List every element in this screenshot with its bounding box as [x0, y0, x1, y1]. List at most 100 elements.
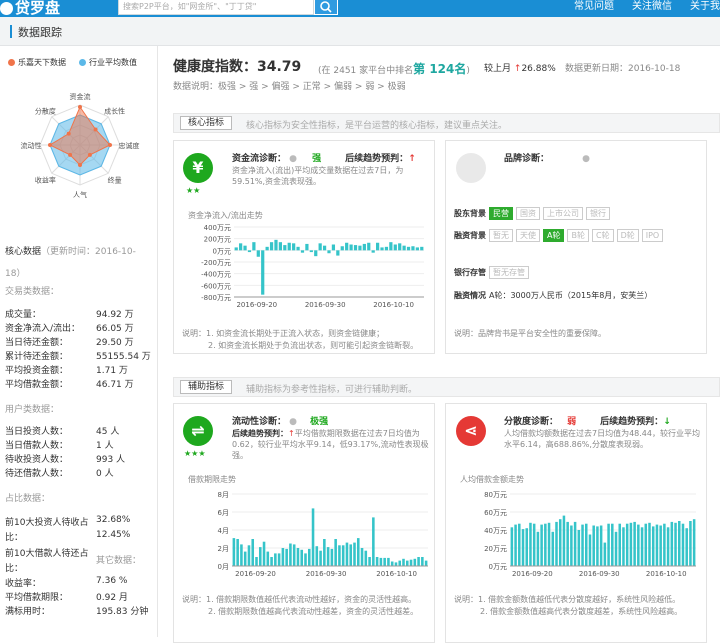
- chart-bar[interactable]: [305, 243, 309, 251]
- chart-bar[interactable]: [300, 549, 304, 566]
- chart-bar[interactable]: [387, 557, 390, 566]
- search-button[interactable]: [314, 0, 338, 15]
- chart-bar[interactable]: [367, 242, 371, 251]
- chart-bar[interactable]: [521, 529, 525, 566]
- chart-bar[interactable]: [383, 557, 386, 566]
- chart-bar[interactable]: [322, 245, 327, 251]
- chart-bar[interactable]: [411, 246, 415, 251]
- chart-bar[interactable]: [551, 531, 555, 566]
- chart-bar[interactable]: [417, 557, 420, 566]
- nav-wechat[interactable]: 关注微信: [632, 0, 672, 12]
- chart-bar[interactable]: [409, 559, 413, 566]
- chart-bar[interactable]: [562, 515, 566, 566]
- chart-bar[interactable]: [300, 250, 305, 253]
- chart-bar[interactable]: [269, 242, 274, 251]
- chart-bar[interactable]: [514, 524, 517, 566]
- chart-bar[interactable]: [532, 523, 536, 566]
- chart-bar[interactable]: [289, 543, 292, 567]
- chart-bar[interactable]: [296, 548, 300, 566]
- chart-bar[interactable]: [296, 246, 300, 251]
- chart-bar[interactable]: [536, 531, 540, 566]
- chart-bar[interactable]: [270, 557, 273, 566]
- chart-bar[interactable]: [283, 245, 287, 251]
- chart-bar[interactable]: [274, 553, 277, 566]
- chart-bar[interactable]: [323, 539, 326, 566]
- chart-bar[interactable]: [681, 523, 685, 566]
- chart-bar[interactable]: [326, 547, 330, 566]
- chart-bar[interactable]: [685, 528, 688, 566]
- chart-bar[interactable]: [614, 531, 618, 566]
- tab-aux-indicator[interactable]: 辅助指标: [180, 380, 233, 394]
- chart-bar[interactable]: [599, 525, 603, 567]
- search-input[interactable]: 搜索P2P平台，如"网金所"、"丁丁贷": [118, 0, 314, 15]
- chart-bar[interactable]: [384, 246, 389, 251]
- chart-bar[interactable]: [379, 557, 383, 566]
- chart-bar[interactable]: [666, 527, 670, 566]
- chart-bar[interactable]: [585, 523, 588, 566]
- chart-bar[interactable]: [607, 523, 610, 566]
- chart-bar[interactable]: [307, 548, 311, 566]
- chart-bar[interactable]: [285, 548, 288, 566]
- nav-about[interactable]: 关于我: [690, 0, 720, 12]
- chart-bar[interactable]: [314, 250, 318, 257]
- chart-bar[interactable]: [544, 523, 547, 566]
- chart-bar[interactable]: [341, 545, 345, 566]
- chart-bar[interactable]: [304, 553, 307, 566]
- chart-bar[interactable]: [413, 558, 417, 566]
- chart-bar[interactable]: [421, 557, 424, 566]
- chart-bar[interactable]: [655, 524, 659, 566]
- chart-bar[interactable]: [287, 242, 291, 251]
- chart-bar[interactable]: [570, 525, 573, 567]
- chart-bar[interactable]: [525, 528, 528, 566]
- chart-bar[interactable]: [389, 242, 393, 251]
- chart-bar[interactable]: [232, 538, 236, 566]
- chart-bar[interactable]: [633, 521, 636, 566]
- chart-bar[interactable]: [277, 553, 281, 566]
- chart-bar[interactable]: [256, 250, 260, 257]
- chart-bar[interactable]: [281, 548, 285, 566]
- chart-bar[interactable]: [415, 247, 419, 251]
- chart-bar[interactable]: [336, 250, 340, 256]
- chart-bar[interactable]: [258, 547, 262, 566]
- chart-bar[interactable]: [625, 523, 629, 566]
- chart-bar[interactable]: [255, 557, 258, 566]
- chart-bar[interactable]: [340, 246, 344, 251]
- chart-bar[interactable]: [274, 239, 278, 251]
- chart-bar[interactable]: [596, 526, 599, 566]
- chart-bar[interactable]: [581, 524, 584, 566]
- chart-bar[interactable]: [566, 521, 569, 566]
- chart-bar[interactable]: [368, 557, 371, 566]
- chart-bar[interactable]: [674, 522, 677, 566]
- chart-bar[interactable]: [262, 541, 266, 566]
- chart-bar[interactable]: [358, 245, 362, 251]
- chart-bar[interactable]: [345, 242, 349, 251]
- chart-bar[interactable]: [529, 522, 532, 566]
- chart-bar[interactable]: [243, 245, 247, 251]
- chart-bar[interactable]: [592, 525, 595, 567]
- chart-bar[interactable]: [356, 538, 360, 566]
- chart-bar[interactable]: [292, 243, 296, 251]
- chart-bar[interactable]: [402, 558, 405, 566]
- chart-bar[interactable]: [345, 542, 349, 566]
- chart-bar[interactable]: [278, 242, 283, 251]
- nav-faq[interactable]: 常见问题: [574, 0, 614, 12]
- chart-bar[interactable]: [311, 508, 315, 566]
- chart-bar[interactable]: [292, 544, 296, 566]
- chart-bar[interactable]: [648, 522, 651, 566]
- chart-bar[interactable]: [265, 246, 269, 251]
- chart-bar[interactable]: [644, 523, 648, 566]
- chart-bar[interactable]: [319, 550, 322, 566]
- chart-bar[interactable]: [247, 545, 251, 566]
- chart-bar[interactable]: [353, 245, 358, 251]
- chart-bar[interactable]: [266, 551, 270, 566]
- chart-bar[interactable]: [558, 519, 562, 566]
- chart-bar[interactable]: [651, 526, 655, 566]
- chart-bar[interactable]: [398, 560, 402, 566]
- chart-bar[interactable]: [362, 243, 366, 251]
- tab-core-indicator[interactable]: 核心指标: [180, 116, 233, 130]
- chart-bar[interactable]: [236, 539, 239, 566]
- chart-bar[interactable]: [380, 247, 384, 251]
- chart-bar[interactable]: [618, 523, 621, 566]
- chart-bar[interactable]: [349, 544, 353, 566]
- chart-bar[interactable]: [406, 246, 411, 251]
